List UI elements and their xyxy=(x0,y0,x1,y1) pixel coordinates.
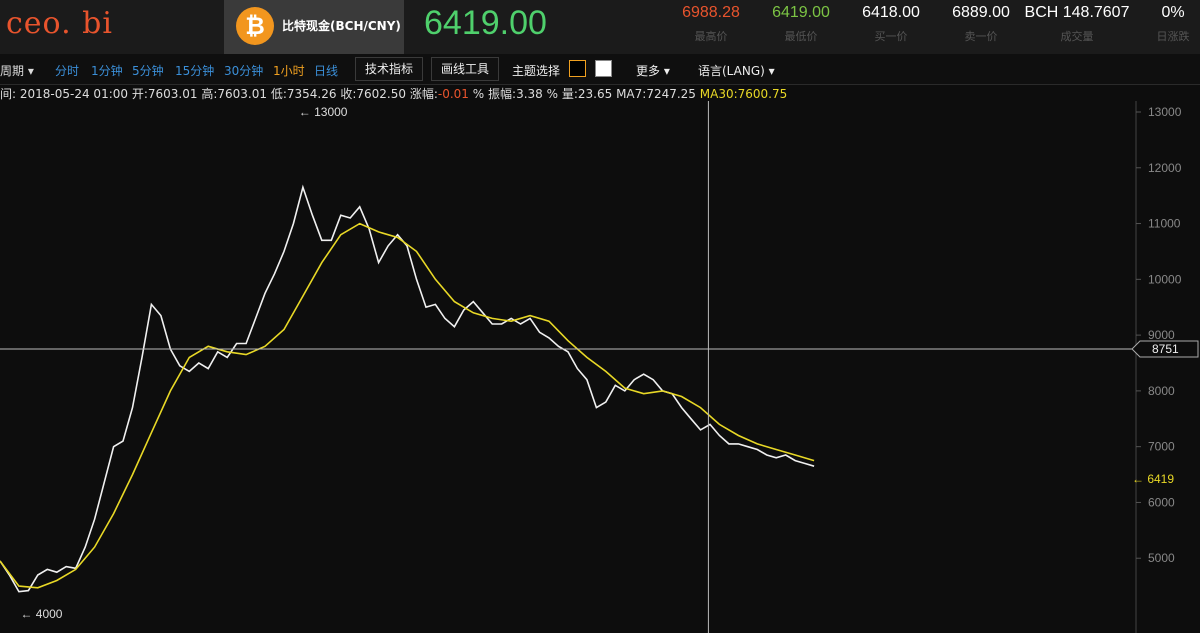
stat-high: 6988.28 最高价 xyxy=(682,4,740,43)
period-tab-4[interactable]: 30分钟 xyxy=(224,62,263,79)
theme-light-swatch[interactable] xyxy=(595,60,612,77)
high-label: 高: xyxy=(201,87,218,101)
stat-daily-change: 0% 日涨跌 xyxy=(1156,4,1190,43)
ma7-label: MA7: xyxy=(616,87,647,101)
period-tab-5[interactable]: 1小时 xyxy=(273,62,305,79)
header-bar: ceo. bi ₿ 比特现金(BCH/CNY) 6419.00 6988.28 … xyxy=(0,0,1200,54)
indicator-button[interactable]: 技术指标 xyxy=(355,57,424,81)
open-value: 7603.01 xyxy=(147,87,198,101)
bitcoin-icon: ₿ xyxy=(236,7,274,45)
ma30-value: 7600.75 xyxy=(737,87,788,101)
close-label: 收: xyxy=(340,87,357,101)
volume-label: 量: xyxy=(561,87,578,101)
low-label: 低: xyxy=(270,87,287,101)
y-tick-label: 10000 xyxy=(1148,272,1182,286)
price-chart[interactable]: 5000 6000 7000 8000 9000 10000 11000 12000 13000… xyxy=(0,101,1200,633)
period-tab-1[interactable]: 1分钟 xyxy=(91,62,123,79)
last-value-label: ← 6419 xyxy=(1132,472,1174,486)
ohlc-info-bar: 间: 2018-05-24 01:00 开:7603.01 高:7603.01 … xyxy=(0,85,787,101)
min-annotation: ← 4000 xyxy=(20,607,62,621)
theme-label: 主题选择 xyxy=(512,64,561,78)
y-tick-label: 6000 xyxy=(1148,495,1175,509)
site-logo[interactable]: ceo. bi xyxy=(6,6,113,41)
y-tick-label: 7000 xyxy=(1148,440,1175,454)
low-value: 7354.26 xyxy=(286,87,337,101)
chart-toolbar: 周期 ▾ 分时 1分钟 5分钟 15分钟 30分钟 1小时 日线 技术指标 画线… xyxy=(0,54,1200,85)
change-value: -0.01 xyxy=(437,87,469,101)
y-tick-label: 11000 xyxy=(1148,217,1181,231)
y-tick-label: 5000 xyxy=(1148,551,1175,565)
amplitude-label: 振幅: xyxy=(488,87,517,101)
coin-name: 比特现金(BCH/CNY) xyxy=(282,19,401,33)
open-label: 开: xyxy=(131,87,148,101)
period-dropdown[interactable]: 周期 ▾ xyxy=(0,62,34,79)
y-tick-label: 12000 xyxy=(1148,161,1182,175)
period-tab-0[interactable]: 分时 xyxy=(55,62,79,79)
close-value: 7602.50 xyxy=(356,87,407,101)
high-value: 7603.01 xyxy=(217,87,268,101)
coin-selector[interactable]: ₿ 比特现金(BCH/CNY) xyxy=(224,0,404,54)
amplitude-value: 3.38 % xyxy=(516,87,558,101)
stat-bid: 6418.00 买一价 xyxy=(862,4,920,43)
change-unit: % xyxy=(472,87,485,101)
y-tick-label: 13000 xyxy=(1148,105,1182,119)
stat-volume: BCH 148.7607 成交量 xyxy=(1024,4,1130,43)
ma30-label: MA30: xyxy=(699,87,738,101)
crosshair-value-label: 8751 xyxy=(1152,342,1179,356)
series-line-ma7 xyxy=(0,184,815,593)
y-tick-label: 9000 xyxy=(1148,328,1175,342)
drawing-tools-button[interactable]: 画线工具 xyxy=(431,57,500,81)
more-dropdown[interactable]: 更多 ▾ xyxy=(636,62,670,79)
volume-value: 23.65 xyxy=(577,87,613,101)
max-annotation: ← 13000 xyxy=(299,105,348,119)
chevron-down-icon: ▾ xyxy=(663,64,670,78)
chevron-down-icon: ▾ xyxy=(768,64,775,78)
ma7-value: 7247.25 xyxy=(646,87,696,101)
chevron-down-icon: ▾ xyxy=(27,64,34,78)
language-dropdown[interactable]: 语言(LANG) ▾ xyxy=(698,62,775,79)
y-tick-label: 8000 xyxy=(1148,384,1175,398)
stat-low: 6419.00 最低价 xyxy=(772,4,830,43)
period-tab-6[interactable]: 日线 xyxy=(314,62,338,79)
time-label: 间: xyxy=(0,87,17,101)
period-tab-3[interactable]: 15分钟 xyxy=(175,62,214,79)
stat-ask: 6889.00 卖一价 xyxy=(952,4,1010,43)
last-price: 6419.00 xyxy=(424,4,547,42)
period-tab-2[interactable]: 5分钟 xyxy=(132,62,164,79)
time-value: 2018-05-24 01:00 xyxy=(19,87,129,101)
theme-dark-swatch[interactable] xyxy=(569,60,586,77)
series-line-ma30 xyxy=(0,222,815,589)
change-label: 涨幅: xyxy=(409,87,438,101)
